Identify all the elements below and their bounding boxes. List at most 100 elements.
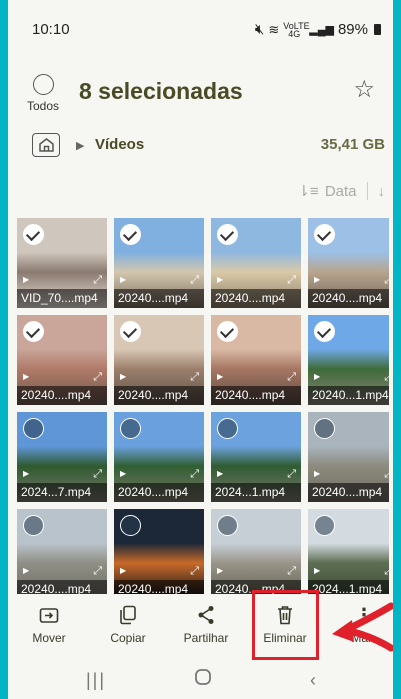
recent-apps-icon[interactable]: ||| xyxy=(86,670,106,691)
expand-icon[interactable]: ⤢ xyxy=(190,371,199,384)
expand-icon[interactable]: ⤢ xyxy=(287,371,296,384)
unchecked-circle-icon[interactable] xyxy=(23,515,44,536)
video-tile[interactable]: ▶ ⤢ 20240....mp4 xyxy=(211,218,301,308)
play-icon: ▶ xyxy=(23,469,30,478)
home-button[interactable] xyxy=(32,133,60,157)
video-tile[interactable]: ▶ ⤢ VID_70....mp4 xyxy=(17,218,107,308)
video-filename: 2024...1.mp4 xyxy=(308,580,389,594)
copy-button[interactable]: Copiar xyxy=(105,604,151,645)
unchecked-circle-icon[interactable] xyxy=(217,418,238,439)
video-tile[interactable]: ▶ ⤢ 2024...1.mp4 xyxy=(308,509,389,594)
play-icon: ▶ xyxy=(217,566,224,575)
folder-size: 35,41 GB xyxy=(320,136,385,153)
checked-circle-icon[interactable] xyxy=(120,224,141,245)
play-icon: ▶ xyxy=(217,372,224,381)
select-all-toggle[interactable]: Todos xyxy=(22,74,64,113)
checked-circle-icon[interactable] xyxy=(23,224,44,245)
play-icon: ▶ xyxy=(23,275,30,284)
checked-circle-icon[interactable] xyxy=(120,321,141,342)
expand-icon[interactable]: ⤢ xyxy=(384,468,389,481)
unchecked-circle-icon[interactable] xyxy=(217,515,238,536)
expand-icon[interactable]: ⤢ xyxy=(287,274,296,287)
home-nav-icon[interactable] xyxy=(194,668,212,691)
sort-label: Data xyxy=(324,182,357,200)
checked-circle-icon[interactable] xyxy=(314,321,335,342)
play-icon: ▶ xyxy=(217,275,224,284)
video-tile[interactable]: ▶ ⤢ 20240....mp4 xyxy=(17,509,107,594)
select-all-label: Todos xyxy=(26,99,60,113)
unchecked-circle-icon[interactable] xyxy=(314,418,335,439)
video-tile[interactable]: ▶ ⤢ 20240....mp4 xyxy=(114,412,204,502)
status-bar: 10:10 🔇︎ ≋ VoLTE 4G ▂▄▆ 89% xyxy=(8,0,393,56)
expand-icon[interactable]: ⤢ xyxy=(93,565,102,578)
video-tile[interactable]: ▶ ⤢ 20240....mp4 xyxy=(211,509,301,594)
video-filename: VID_70....mp4 xyxy=(17,289,107,308)
video-filename: 2024...7.mp4 xyxy=(17,483,107,502)
wifi-icon: ≋ xyxy=(268,21,280,37)
play-icon: ▶ xyxy=(120,469,127,478)
copy-label: Copiar xyxy=(110,631,146,645)
expand-icon[interactable]: ⤢ xyxy=(93,274,102,287)
page-title: 8 selecionadas xyxy=(79,78,243,104)
expand-icon[interactable]: ⤢ xyxy=(384,565,389,578)
expand-icon[interactable]: ⤢ xyxy=(384,371,389,384)
expand-icon[interactable]: ⤢ xyxy=(93,468,102,481)
expand-icon[interactable]: ⤢ xyxy=(287,565,296,578)
sort-direction-icon[interactable]: ↓ xyxy=(378,183,386,200)
unchecked-circle-icon[interactable] xyxy=(120,515,141,536)
status-time: 10:10 xyxy=(32,21,70,38)
system-nav-bar: ||| ‹ xyxy=(8,662,393,699)
battery-percent: 89% xyxy=(337,21,368,38)
share-button[interactable]: Partilhar xyxy=(180,604,232,645)
video-tile[interactable]: ▶ ⤢ 20240....mp4 xyxy=(114,315,204,405)
breadcrumb-arrow-icon: ▶ xyxy=(76,140,85,152)
video-filename: 2024...1.mp4 xyxy=(211,483,301,502)
video-tile[interactable]: ▶ ⤢ 2024...7.mp4 xyxy=(17,412,107,502)
back-icon[interactable]: ‹ xyxy=(310,670,316,691)
video-filename: 20240....mp4 xyxy=(114,289,204,308)
expand-icon[interactable]: ⤢ xyxy=(190,565,199,578)
checked-circle-icon[interactable] xyxy=(23,321,44,342)
play-icon: ▶ xyxy=(314,566,321,575)
checked-circle-icon[interactable] xyxy=(217,321,238,342)
checked-circle-icon[interactable] xyxy=(217,224,238,245)
video-tile[interactable]: ▶ ⤢ 20240....mp4 xyxy=(308,218,389,308)
video-tile[interactable]: ▶ ⤢ 20240....mp4 xyxy=(114,509,204,594)
expand-icon[interactable]: ⤢ xyxy=(190,274,199,287)
play-icon: ▶ xyxy=(120,275,127,284)
expand-icon[interactable]: ⤢ xyxy=(287,468,296,481)
expand-icon[interactable]: ⤢ xyxy=(384,274,389,287)
video-tile[interactable]: ▶ ⤢ 20240...1.mp4 xyxy=(308,315,389,405)
play-icon: ▶ xyxy=(217,469,224,478)
play-icon: ▶ xyxy=(120,372,127,381)
move-icon xyxy=(39,608,59,623)
move-button[interactable]: Mover xyxy=(26,604,72,645)
expand-icon[interactable]: ⤢ xyxy=(190,468,199,481)
select-all-circle-icon xyxy=(32,74,54,95)
breadcrumb-folder[interactable]: Vídeos xyxy=(95,136,144,153)
video-filename: 20240...1.mp4 xyxy=(308,386,389,405)
unchecked-circle-icon[interactable] xyxy=(314,515,335,536)
video-tile[interactable]: ▶ ⤢ 20240....mp4 xyxy=(114,218,204,308)
video-filename: 20240....mp4 xyxy=(308,289,389,308)
video-tile[interactable]: ▶ ⤢ 20240....mp4 xyxy=(17,315,107,405)
checked-circle-icon[interactable] xyxy=(314,224,335,245)
video-filename: 20240....mp4 xyxy=(114,386,204,405)
video-filename: 20240....mp4 xyxy=(17,580,107,594)
play-icon: ▶ xyxy=(314,469,321,478)
video-tile[interactable]: ▶ ⤢ 20240....mp4 xyxy=(211,315,301,405)
video-filename: 20240....mp4 xyxy=(211,289,301,308)
video-filename: 20240....mp4 xyxy=(17,386,107,405)
sort-control[interactable]: ⇂≡ Data ↓ xyxy=(297,182,385,200)
volte-icon: VoLTE 4G xyxy=(283,20,310,39)
unchecked-circle-icon[interactable] xyxy=(120,418,141,439)
play-icon: ▶ xyxy=(23,372,30,381)
video-tile[interactable]: ▶ ⤢ 20240....mp4 xyxy=(308,412,389,502)
video-grid: ▶ ⤢ VID_70....mp4 ▶ ⤢ 20240....mp4 ▶ ⤢ 20240....… xyxy=(17,218,389,594)
expand-icon[interactable]: ⤢ xyxy=(93,371,102,384)
video-tile[interactable]: ▶ ⤢ 2024...1.mp4 xyxy=(211,412,301,502)
unchecked-circle-icon[interactable] xyxy=(23,418,44,439)
favorite-star-icon[interactable]: ☆ xyxy=(353,78,375,102)
red-arrow-annotation xyxy=(332,602,393,652)
share-label: Partilhar xyxy=(183,631,229,645)
